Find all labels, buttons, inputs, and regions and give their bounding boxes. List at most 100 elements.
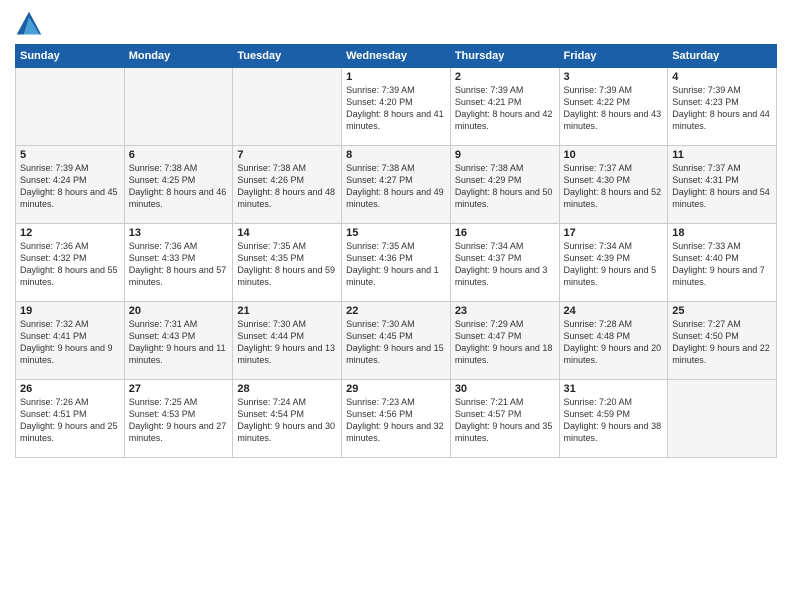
day-info: Sunrise: 7:20 AM Sunset: 4:59 PM Dayligh… (564, 396, 664, 445)
day-number: 29 (346, 383, 446, 395)
day-info: Sunrise: 7:26 AM Sunset: 4:51 PM Dayligh… (20, 396, 120, 445)
day-info: Sunrise: 7:21 AM Sunset: 4:57 PM Dayligh… (455, 396, 555, 445)
calendar-cell: 16Sunrise: 7:34 AM Sunset: 4:37 PM Dayli… (450, 224, 559, 302)
calendar-cell: 3Sunrise: 7:39 AM Sunset: 4:22 PM Daylig… (559, 68, 668, 146)
day-number: 30 (455, 383, 555, 395)
day-info: Sunrise: 7:34 AM Sunset: 4:39 PM Dayligh… (564, 240, 664, 289)
calendar-cell: 14Sunrise: 7:35 AM Sunset: 4:35 PM Dayli… (233, 224, 342, 302)
calendar-week-row: 1Sunrise: 7:39 AM Sunset: 4:20 PM Daylig… (16, 68, 777, 146)
calendar-week-row: 19Sunrise: 7:32 AM Sunset: 4:41 PM Dayli… (16, 302, 777, 380)
day-number: 9 (455, 149, 555, 161)
logo-icon (15, 10, 43, 38)
calendar-cell: 30Sunrise: 7:21 AM Sunset: 4:57 PM Dayli… (450, 380, 559, 458)
day-number: 18 (672, 227, 772, 239)
day-info: Sunrise: 7:38 AM Sunset: 4:29 PM Dayligh… (455, 162, 555, 211)
weekday-header: Friday (559, 45, 668, 68)
day-number: 15 (346, 227, 446, 239)
day-number: 16 (455, 227, 555, 239)
day-info: Sunrise: 7:28 AM Sunset: 4:48 PM Dayligh… (564, 318, 664, 367)
day-number: 1 (346, 71, 446, 83)
day-info: Sunrise: 7:39 AM Sunset: 4:20 PM Dayligh… (346, 84, 446, 133)
day-info: Sunrise: 7:30 AM Sunset: 4:44 PM Dayligh… (237, 318, 337, 367)
day-info: Sunrise: 7:25 AM Sunset: 4:53 PM Dayligh… (129, 396, 229, 445)
logo (15, 10, 47, 38)
day-number: 3 (564, 71, 664, 83)
weekday-header: Sunday (16, 45, 125, 68)
day-info: Sunrise: 7:24 AM Sunset: 4:54 PM Dayligh… (237, 396, 337, 445)
day-number: 31 (564, 383, 664, 395)
day-info: Sunrise: 7:39 AM Sunset: 4:24 PM Dayligh… (20, 162, 120, 211)
day-number: 21 (237, 305, 337, 317)
day-number: 27 (129, 383, 229, 395)
calendar-cell (668, 380, 777, 458)
calendar-cell: 2Sunrise: 7:39 AM Sunset: 4:21 PM Daylig… (450, 68, 559, 146)
calendar-cell: 21Sunrise: 7:30 AM Sunset: 4:44 PM Dayli… (233, 302, 342, 380)
day-info: Sunrise: 7:33 AM Sunset: 4:40 PM Dayligh… (672, 240, 772, 289)
calendar-cell: 24Sunrise: 7:28 AM Sunset: 4:48 PM Dayli… (559, 302, 668, 380)
day-number: 28 (237, 383, 337, 395)
calendar-cell: 28Sunrise: 7:24 AM Sunset: 4:54 PM Dayli… (233, 380, 342, 458)
day-info: Sunrise: 7:37 AM Sunset: 4:30 PM Dayligh… (564, 162, 664, 211)
day-info: Sunrise: 7:35 AM Sunset: 4:35 PM Dayligh… (237, 240, 337, 289)
calendar-cell: 4Sunrise: 7:39 AM Sunset: 4:23 PM Daylig… (668, 68, 777, 146)
weekday-header: Monday (124, 45, 233, 68)
calendar-cell (124, 68, 233, 146)
calendar-cell (233, 68, 342, 146)
day-info: Sunrise: 7:38 AM Sunset: 4:26 PM Dayligh… (237, 162, 337, 211)
calendar-cell: 1Sunrise: 7:39 AM Sunset: 4:20 PM Daylig… (342, 68, 451, 146)
calendar-cell: 18Sunrise: 7:33 AM Sunset: 4:40 PM Dayli… (668, 224, 777, 302)
day-number: 2 (455, 71, 555, 83)
day-info: Sunrise: 7:38 AM Sunset: 4:25 PM Dayligh… (129, 162, 229, 211)
calendar-week-row: 12Sunrise: 7:36 AM Sunset: 4:32 PM Dayli… (16, 224, 777, 302)
calendar-cell (16, 68, 125, 146)
day-info: Sunrise: 7:38 AM Sunset: 4:27 PM Dayligh… (346, 162, 446, 211)
day-number: 20 (129, 305, 229, 317)
calendar-cell: 8Sunrise: 7:38 AM Sunset: 4:27 PM Daylig… (342, 146, 451, 224)
day-number: 25 (672, 305, 772, 317)
weekday-header: Saturday (668, 45, 777, 68)
calendar-cell: 17Sunrise: 7:34 AM Sunset: 4:39 PM Dayli… (559, 224, 668, 302)
day-number: 10 (564, 149, 664, 161)
day-info: Sunrise: 7:29 AM Sunset: 4:47 PM Dayligh… (455, 318, 555, 367)
day-info: Sunrise: 7:30 AM Sunset: 4:45 PM Dayligh… (346, 318, 446, 367)
weekday-header: Tuesday (233, 45, 342, 68)
day-info: Sunrise: 7:35 AM Sunset: 4:36 PM Dayligh… (346, 240, 446, 289)
calendar-cell: 12Sunrise: 7:36 AM Sunset: 4:32 PM Dayli… (16, 224, 125, 302)
day-info: Sunrise: 7:31 AM Sunset: 4:43 PM Dayligh… (129, 318, 229, 367)
day-number: 5 (20, 149, 120, 161)
day-info: Sunrise: 7:39 AM Sunset: 4:22 PM Dayligh… (564, 84, 664, 133)
day-number: 26 (20, 383, 120, 395)
day-info: Sunrise: 7:39 AM Sunset: 4:23 PM Dayligh… (672, 84, 772, 133)
calendar-cell: 23Sunrise: 7:29 AM Sunset: 4:47 PM Dayli… (450, 302, 559, 380)
calendar-cell: 19Sunrise: 7:32 AM Sunset: 4:41 PM Dayli… (16, 302, 125, 380)
calendar-header-row: SundayMondayTuesdayWednesdayThursdayFrid… (16, 45, 777, 68)
header (15, 10, 777, 38)
calendar-cell: 20Sunrise: 7:31 AM Sunset: 4:43 PM Dayli… (124, 302, 233, 380)
day-info: Sunrise: 7:27 AM Sunset: 4:50 PM Dayligh… (672, 318, 772, 367)
calendar-cell: 27Sunrise: 7:25 AM Sunset: 4:53 PM Dayli… (124, 380, 233, 458)
day-info: Sunrise: 7:36 AM Sunset: 4:33 PM Dayligh… (129, 240, 229, 289)
calendar-week-row: 26Sunrise: 7:26 AM Sunset: 4:51 PM Dayli… (16, 380, 777, 458)
calendar-cell: 11Sunrise: 7:37 AM Sunset: 4:31 PM Dayli… (668, 146, 777, 224)
calendar-cell: 31Sunrise: 7:20 AM Sunset: 4:59 PM Dayli… (559, 380, 668, 458)
day-number: 23 (455, 305, 555, 317)
calendar-cell: 22Sunrise: 7:30 AM Sunset: 4:45 PM Dayli… (342, 302, 451, 380)
day-info: Sunrise: 7:23 AM Sunset: 4:56 PM Dayligh… (346, 396, 446, 445)
calendar-cell: 7Sunrise: 7:38 AM Sunset: 4:26 PM Daylig… (233, 146, 342, 224)
calendar-cell: 5Sunrise: 7:39 AM Sunset: 4:24 PM Daylig… (16, 146, 125, 224)
day-number: 4 (672, 71, 772, 83)
calendar-table: SundayMondayTuesdayWednesdayThursdayFrid… (15, 44, 777, 458)
day-info: Sunrise: 7:39 AM Sunset: 4:21 PM Dayligh… (455, 84, 555, 133)
weekday-header: Thursday (450, 45, 559, 68)
day-number: 8 (346, 149, 446, 161)
calendar-cell: 9Sunrise: 7:38 AM Sunset: 4:29 PM Daylig… (450, 146, 559, 224)
day-number: 14 (237, 227, 337, 239)
calendar-week-row: 5Sunrise: 7:39 AM Sunset: 4:24 PM Daylig… (16, 146, 777, 224)
calendar-container: SundayMondayTuesdayWednesdayThursdayFrid… (0, 0, 792, 463)
calendar-cell: 10Sunrise: 7:37 AM Sunset: 4:30 PM Dayli… (559, 146, 668, 224)
day-info: Sunrise: 7:34 AM Sunset: 4:37 PM Dayligh… (455, 240, 555, 289)
calendar-cell: 15Sunrise: 7:35 AM Sunset: 4:36 PM Dayli… (342, 224, 451, 302)
day-number: 22 (346, 305, 446, 317)
day-number: 17 (564, 227, 664, 239)
calendar-cell: 6Sunrise: 7:38 AM Sunset: 4:25 PM Daylig… (124, 146, 233, 224)
